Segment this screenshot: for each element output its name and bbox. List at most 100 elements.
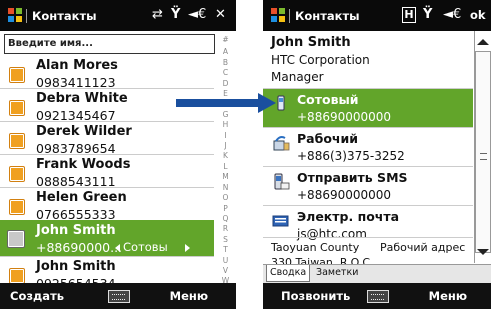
contact-photo-icon [8,231,24,247]
alphabet-letter[interactable]: V [215,266,236,276]
contact-name: Alan Mores [36,58,118,73]
detail-value: +88690000000 [297,188,392,202]
alphabet-letter[interactable]: L [215,162,236,172]
alphabet-letter[interactable]: R [215,224,236,234]
detail-value: +88690000000 [297,110,392,124]
alphabet-letter[interactable]: D [215,79,236,89]
softkey-menu[interactable]: Меню [170,289,208,303]
contact-details-screen: Контакты H Ÿ ◄€ ok John Smith HTC Corpor… [263,0,491,309]
contact-card-icon [10,134,24,148]
app-title: Контакты [32,9,97,23]
alphabet-letter[interactable]: C [215,68,236,78]
contact-row[interactable]: Derek Wilder 0983789654 [0,121,214,156]
volume-icon[interactable]: ◄€ [443,6,461,24]
detail-sms[interactable]: Отправить SMS +88690000000 [263,166,473,206]
email-icon [272,215,289,227]
contact-card-icon [10,200,24,214]
detail-address[interactable]: Taoyuan County Рабочий адрес 330 Taiwan,… [263,237,473,269]
keyboard-icon[interactable] [367,290,389,303]
signal-strength-icon[interactable]: Ÿ [171,6,180,24]
tab-summary[interactable]: Сводка [266,265,311,282]
alphabet-letter[interactable]: B [215,58,236,68]
address-line1: Taoyuan County [271,241,360,254]
keyboard-icon[interactable] [108,290,130,303]
alphabet-letter[interactable]: H [215,120,236,130]
connectivity-icon[interactable]: ⇄ [152,6,163,24]
contact-row[interactable]: John Smith +88690000... Сотовы [0,220,214,257]
detail-email[interactable]: Электр. почта js@htc.com [263,205,473,241]
alphabet-letter[interactable]: A [215,47,236,57]
h-connection-icon[interactable]: H [402,7,416,23]
alphabet-letter[interactable]: # [215,35,236,45]
contact-name: Debra White [36,91,128,106]
signal-strength-icon[interactable]: Ÿ [423,6,432,24]
title-separator [289,9,290,23]
address-label: Рабочий адрес [380,241,466,254]
alphabet-letter[interactable]: S [215,235,236,245]
title-separator [26,9,27,23]
search-input[interactable]: Введите имя... [4,34,215,54]
contact-name: John Smith [271,35,351,50]
contact-name: John Smith [36,223,116,238]
contact-name: Helen Green [36,190,127,205]
close-icon[interactable]: ✕ [215,6,226,24]
detail-label: Отправить SMS [297,170,408,185]
contact-row[interactable]: Helen Green 0766555333 [0,187,214,222]
scroll-up-icon[interactable] [477,39,489,45]
detail-mobile[interactable]: Сотовый +88690000000 [263,88,473,128]
title-bar: Контакты H Ÿ ◄€ ok [263,0,491,31]
contact-company: HTC Corporation [271,53,370,67]
chevron-right-icon[interactable] [185,244,190,252]
softkey-create[interactable]: Создать [10,289,64,303]
contact-name: Frank Woods [36,157,131,172]
app-title: Контакты [295,9,360,23]
contact-name: John Smith [36,259,116,274]
alphabet-letter[interactable]: J [215,141,236,151]
sms-icon [274,173,290,190]
alphabet-letter[interactable]: T [215,245,236,255]
softkey-menu[interactable]: Меню [429,289,467,303]
detail-label: Рабочий [297,131,359,146]
contact-card-icon [10,68,24,82]
transition-arrow-icon [176,93,276,113]
contact-row[interactable]: Frank Woods 0888543111 [0,154,214,189]
scroll-down-icon[interactable] [477,249,489,255]
contact-job-title: Manager [271,70,324,84]
contact-row[interactable]: Alan Mores 0983411123 [0,55,214,90]
alphabet-letter[interactable]: Q [215,214,236,224]
detail-work-phone[interactable]: Рабочий +886(3)375-3252 [263,127,473,167]
softkey-bar: Позвонить Меню [263,283,491,309]
alphabet-letter[interactable]: M [215,172,236,182]
work-phone-icon [273,136,290,151]
vertical-scrollbar[interactable] [474,31,491,263]
number-type: Сотовы [123,240,168,254]
detail-label: Сотовый [297,92,359,107]
softkey-bar: Создать Меню [0,283,236,309]
alphabet-letter[interactable]: U [215,256,236,266]
contact-card-icon [10,167,24,181]
ok-button[interactable]: ok [470,6,486,24]
windows-start-icon[interactable] [271,8,286,23]
contact-card-icon [10,269,24,283]
volume-icon[interactable]: ◄€ [188,6,206,24]
alphabet-letter[interactable]: K [215,151,236,161]
search-placeholder: Введите имя... [8,38,93,49]
windows-start-icon[interactable] [8,8,23,23]
tab-bar: Сводка Заметки [263,264,491,284]
scroll-thumb[interactable] [475,51,491,253]
detail-value: +886(3)375-3252 [297,149,405,163]
title-bar: Контакты ⇄ Ÿ ◄€ ✕ [0,0,236,31]
alphabet-letter[interactable]: N [215,183,236,193]
contacts-list-screen: Контакты ⇄ Ÿ ◄€ ✕ Введите имя... #ABCDEF… [0,0,236,309]
alphabet-letter[interactable]: O [215,193,236,203]
alphabet-letter[interactable]: I [215,131,236,141]
contact-name: Derek Wilder [36,124,132,139]
softkey-call[interactable]: Позвонить [281,289,350,303]
tab-notes[interactable]: Заметки [313,265,361,281]
grip-icon [480,153,487,160]
alphabet-letter[interactable]: P [215,204,236,214]
contact-number: +88690000... [36,240,123,255]
detail-label: Электр. почта [297,209,400,224]
alphabet-index[interactable]: #ABCDEFGHIJKLMNOPQRSTUVWXYZ [215,31,236,309]
chevron-left-icon[interactable] [115,244,120,252]
